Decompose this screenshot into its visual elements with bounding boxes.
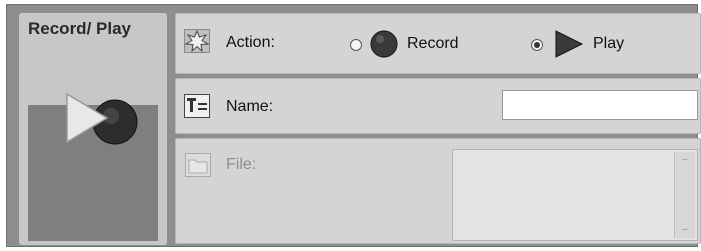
- action-label: Action:: [226, 34, 275, 51]
- file-row: File: − −: [175, 138, 701, 244]
- record-option-label[interactable]: Record: [407, 35, 459, 53]
- play-radio[interactable]: [531, 39, 543, 51]
- scroll-up-button[interactable]: −: [678, 154, 692, 166]
- file-list[interactable]: − −: [452, 149, 698, 241]
- text-field-icon: [184, 94, 210, 118]
- record-radio[interactable]: [350, 39, 362, 51]
- file-label: File:: [226, 156, 257, 173]
- name-label: Name:: [226, 98, 274, 115]
- name-row: Name:: [175, 78, 701, 134]
- record-circle-icon: [370, 30, 398, 58]
- record-play-config-panel: Record/ Play Action: Record Play Name: F…: [6, 4, 701, 247]
- block-title: Record/ Play: [28, 19, 131, 38]
- action-row: Action: Record Play: [175, 13, 701, 74]
- play-option-label[interactable]: Play: [593, 35, 624, 53]
- star-burst-icon: [184, 29, 210, 53]
- name-input[interactable]: [502, 90, 698, 120]
- record-play-block: Record/ Play: [19, 13, 167, 245]
- folder-icon: [185, 153, 211, 177]
- file-list-scrollbar[interactable]: − −: [674, 152, 695, 238]
- play-triangle-icon: [555, 30, 584, 58]
- record-play-icon: [66, 92, 138, 145]
- scroll-down-button[interactable]: −: [678, 224, 692, 236]
